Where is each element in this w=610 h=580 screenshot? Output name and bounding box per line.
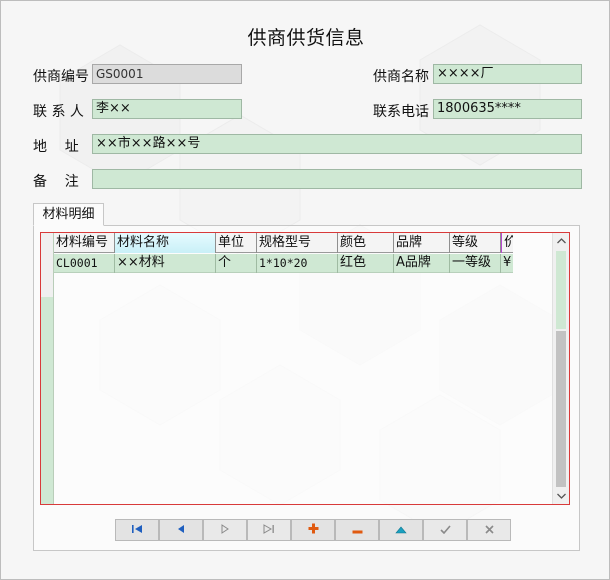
- record-navigator: [115, 519, 511, 541]
- supplier-supply-window: 供商供货信息 供商编号 GS0001 供商名称 ××××厂 联 系 人 李×× …: [0, 0, 610, 580]
- cell-grade[interactable]: 一等级: [450, 254, 501, 273]
- scroll-down-icon[interactable]: [553, 489, 569, 504]
- nav-insert-button[interactable]: [291, 519, 335, 541]
- plus-icon: [308, 523, 319, 537]
- column-header-material-code[interactable]: 材料编号: [54, 233, 115, 253]
- remark-label: 备 注: [33, 174, 79, 190]
- row-indicator-column: [41, 233, 54, 504]
- column-header-price[interactable]: 价: [501, 233, 513, 253]
- last-record-icon: [263, 523, 275, 537]
- scroll-thumb[interactable]: [556, 331, 566, 487]
- table-row[interactable]: CL0001 ××材料 个 1*10*20 红色 A品牌 一等级 ¥: [54, 254, 513, 273]
- cell-unit[interactable]: 个: [216, 254, 257, 273]
- phone-field[interactable]: 1800635****: [433, 99, 582, 119]
- supplier-name-field[interactable]: ××××厂: [433, 64, 582, 84]
- address-label: 地 址: [33, 139, 79, 155]
- check-icon: [439, 523, 451, 537]
- cell-brand[interactable]: A品牌: [394, 254, 450, 273]
- column-header-spec[interactable]: 规格型号: [257, 233, 338, 253]
- supplier-code-label: 供商编号: [33, 69, 89, 85]
- cell-spec[interactable]: 1*10*20: [257, 254, 338, 273]
- cell-material-code[interactable]: CL0001: [54, 254, 115, 273]
- next-record-icon: [220, 523, 230, 537]
- grid-header-row: 材料编号 材料名称 单位 规格型号 颜色 品牌 等级 价: [54, 233, 513, 253]
- materials-grid[interactable]: 材料编号 材料名称 单位 规格型号 颜色 品牌 等级 价 CL0001 ××材料…: [40, 232, 570, 505]
- first-record-icon: [131, 523, 143, 537]
- address-field[interactable]: ××市××路××号: [92, 134, 582, 154]
- column-header-unit[interactable]: 单位: [216, 233, 257, 253]
- contact-field[interactable]: 李××: [92, 99, 242, 119]
- nav-edit-button[interactable]: [379, 519, 423, 541]
- scroll-up-icon[interactable]: [553, 234, 569, 250]
- remark-field[interactable]: [92, 169, 582, 189]
- nav-cancel-button[interactable]: [467, 519, 511, 541]
- scroll-track-highlight: [556, 251, 566, 329]
- tab-material-details[interactable]: 材料明细: [33, 203, 104, 226]
- supplier-code-field[interactable]: GS0001: [92, 64, 242, 84]
- grid-vertical-scrollbar[interactable]: [552, 233, 569, 504]
- nav-delete-button[interactable]: [335, 519, 379, 541]
- page-title: 供商供货信息: [247, 27, 365, 49]
- nav-post-button[interactable]: [423, 519, 467, 541]
- nav-next-button[interactable]: [203, 519, 247, 541]
- supplier-name-label: 供商名称: [373, 69, 429, 85]
- cell-color[interactable]: 红色: [338, 254, 394, 273]
- contact-label: 联 系 人: [33, 104, 84, 120]
- cell-material-name[interactable]: ××材料: [115, 254, 216, 273]
- phone-label: 联系电话: [373, 104, 429, 120]
- cell-price[interactable]: ¥: [501, 254, 513, 273]
- prior-record-icon: [176, 523, 186, 537]
- column-header-grade[interactable]: 等级: [450, 233, 501, 253]
- nav-prior-button[interactable]: [159, 519, 203, 541]
- minus-icon: [352, 523, 363, 537]
- edit-triangle-icon: [395, 523, 407, 537]
- nav-last-button[interactable]: [247, 519, 291, 541]
- nav-first-button[interactable]: [115, 519, 159, 541]
- column-header-material-name[interactable]: 材料名称: [115, 233, 216, 253]
- column-header-brand[interactable]: 品牌: [394, 233, 450, 253]
- cross-icon: [484, 523, 494, 537]
- column-header-color[interactable]: 颜色: [338, 233, 394, 253]
